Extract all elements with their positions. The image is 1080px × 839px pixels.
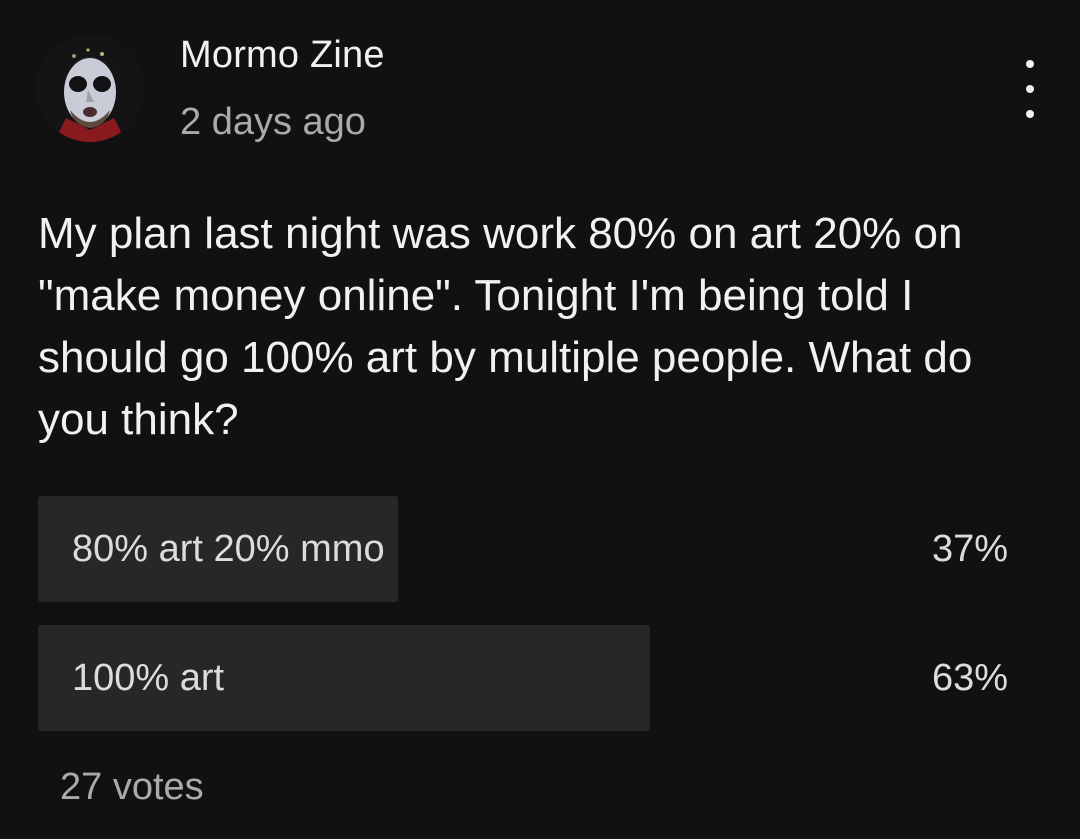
author-name[interactable]: Mormo Zine: [180, 34, 385, 77]
more-vertical-icon-dot: [1026, 85, 1034, 93]
poll-option[interactable]: 80% art 20% mmo 37%: [38, 496, 1010, 602]
poll-option[interactable]: 100% art 63%: [38, 625, 1010, 731]
more-vertical-icon-dot: [1026, 110, 1034, 118]
poll-option-percent: 63%: [931, 657, 1008, 699]
vote-count: 27 votes: [60, 766, 204, 808]
avatar-image: [36, 34, 144, 142]
author-avatar[interactable]: [36, 34, 144, 142]
poll-option-percent: 37%: [931, 528, 1008, 570]
more-options-button[interactable]: [1008, 60, 1052, 118]
poll-option-label: 80% art 20% mmo: [72, 528, 385, 570]
post-text: My plan last night was work 80% on art 2…: [38, 209, 973, 444]
post-timestamp[interactable]: 2 days ago: [180, 101, 366, 144]
community-post: Mormo Zine 2 days ago My plan last night…: [0, 0, 1080, 839]
more-vertical-icon: [1026, 60, 1034, 68]
poll-option-label: 100% art: [72, 657, 225, 699]
